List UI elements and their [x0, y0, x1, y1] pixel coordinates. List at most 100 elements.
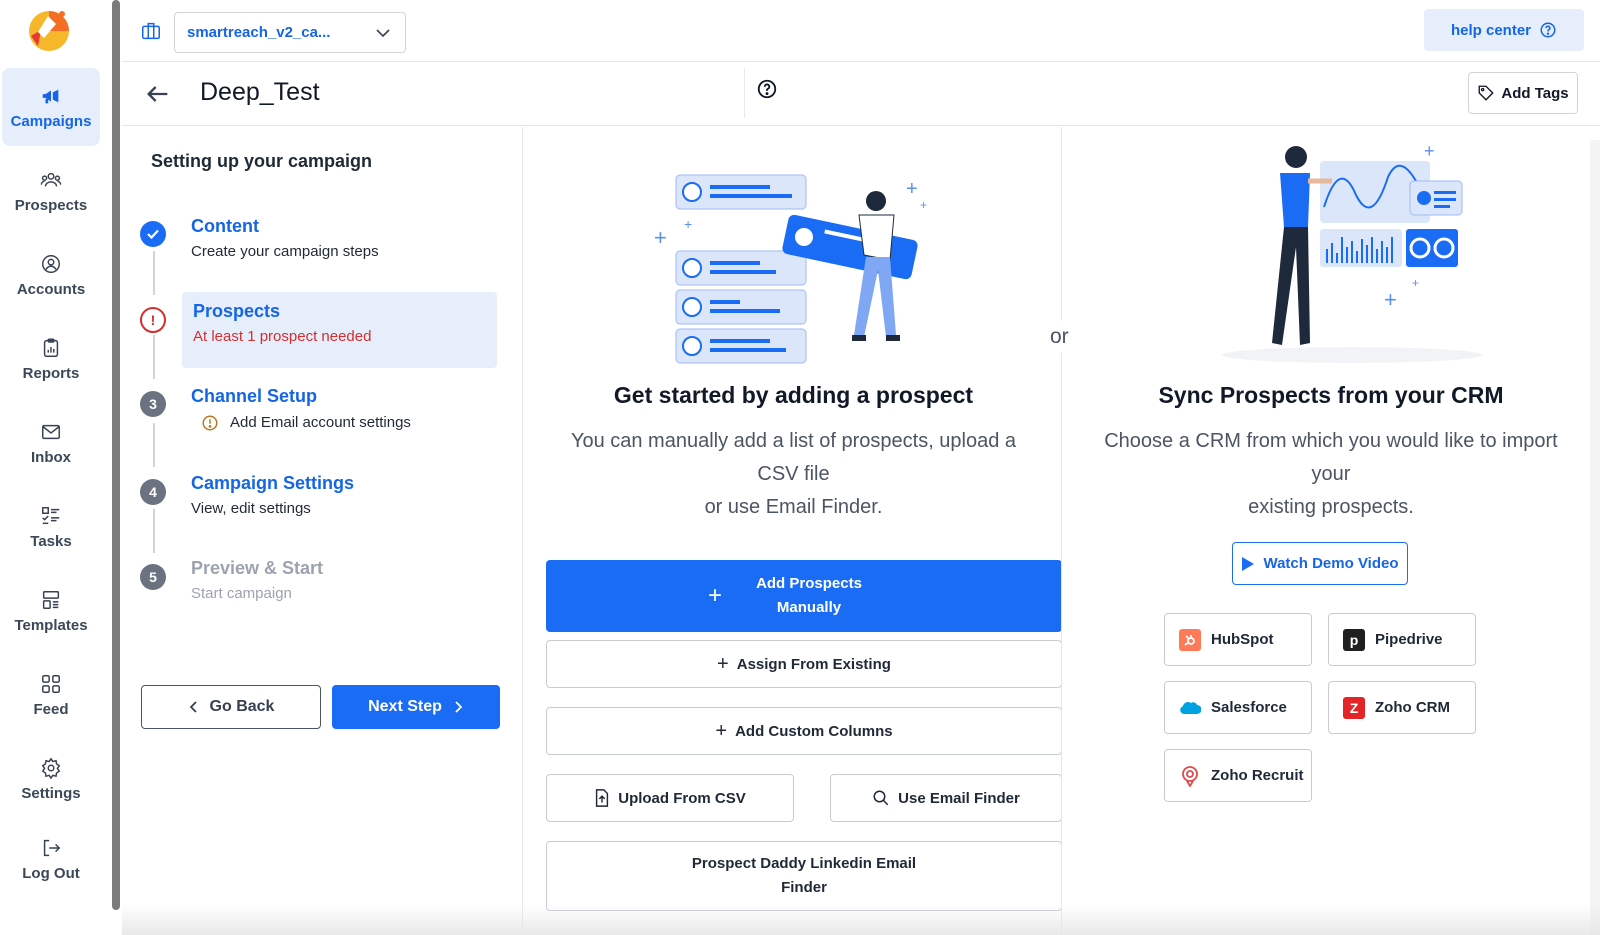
- step-number: 3: [140, 391, 166, 417]
- svg-text:+: +: [1384, 287, 1397, 312]
- assign-from-existing-button[interactable]: + Assign From Existing: [546, 640, 1062, 688]
- step-number: 4: [140, 479, 166, 505]
- step-title-content[interactable]: Content: [191, 216, 259, 237]
- sidebar-item-prospects[interactable]: Prospects: [2, 152, 100, 230]
- zoho-recruit-icon: [1179, 765, 1201, 787]
- crm-name: Pipedrive: [1375, 631, 1443, 648]
- crm-name: Zoho CRM: [1375, 699, 1450, 716]
- prospect-daddy-label-1: Prospect Daddy Linkedin Email: [691, 855, 917, 872]
- crm-zoho-recruit-button[interactable]: Zoho Recruit: [1164, 749, 1312, 802]
- mail-icon: [42, 424, 60, 439]
- add-manually-label-1: Add Prospects: [756, 575, 862, 592]
- zoho-crm-icon: Z: [1343, 696, 1365, 719]
- add-prospects-manually-button[interactable]: + Add Prospects Manually: [546, 560, 1062, 632]
- salesforce-icon: [1179, 697, 1201, 719]
- sidebar-item-settings[interactable]: Settings: [2, 740, 100, 818]
- step-title-channel-setup[interactable]: Channel Setup: [191, 386, 317, 407]
- crm-pipedrive-button[interactable]: p Pipedrive: [1328, 613, 1476, 666]
- search-icon: [873, 790, 889, 806]
- campaign-title: Deep_Test: [200, 78, 320, 106]
- prospect-list-illustration: + + + +: [654, 174, 927, 364]
- svg-text:+: +: [654, 225, 667, 250]
- crm-zoho-crm-button[interactable]: Z Zoho CRM: [1328, 681, 1476, 734]
- help-center-label: help center: [1450, 21, 1532, 39]
- sidebar-item-label: Reports: [22, 364, 80, 382]
- template-icon: [42, 590, 60, 609]
- sidebar-item-campaigns[interactable]: Campaigns: [2, 68, 100, 146]
- smartreach-logo[interactable]: [26, 8, 72, 54]
- sidebar: Campaigns Prospects Accounts Reports Inb…: [0, 0, 112, 935]
- gear-icon: [41, 757, 61, 779]
- sidebar-item-tasks[interactable]: Tasks: [2, 488, 100, 566]
- campaign-header: Deep_Test Add Tags: [122, 62, 1600, 126]
- crm-name: Salesforce: [1211, 699, 1287, 716]
- sidebar-item-feed[interactable]: Feed: [2, 656, 100, 734]
- go-back-button[interactable]: Go Back: [141, 685, 321, 729]
- megaphone-icon: [42, 89, 59, 103]
- steps-heading: Setting up your campaign: [151, 151, 373, 171]
- question-circle-icon[interactable]: [756, 78, 778, 100]
- email-finder-label: Use Email Finder: [898, 789, 1020, 807]
- play-icon: [1242, 556, 1255, 571]
- sidebar-item-accounts[interactable]: Accounts: [2, 236, 100, 314]
- hubspot-icon: [1179, 628, 1201, 651]
- topbar: smartreach_v2_ca... help center: [122, 0, 1600, 62]
- add-custom-columns-label: Add Custom Columns: [735, 722, 893, 740]
- back-arrow-icon[interactable]: [144, 80, 172, 108]
- chevron-down-icon: [376, 29, 390, 38]
- briefcase-icon: [142, 22, 160, 40]
- step-connector: [153, 251, 155, 295]
- next-step-button[interactable]: Next Step: [332, 685, 500, 729]
- step-title-campaign-settings[interactable]: Campaign Settings: [191, 473, 354, 494]
- use-email-finder-button[interactable]: Use Email Finder: [830, 774, 1062, 822]
- sidebar-item-label: Accounts: [16, 280, 86, 298]
- steps-panel: Setting up your campaign Content Create …: [122, 127, 523, 935]
- svg-text:+: +: [920, 198, 927, 212]
- add-manually-label-2: Manually: [776, 599, 842, 616]
- warning-icon: [202, 415, 218, 431]
- step-sub: View, edit settings: [191, 500, 311, 517]
- watch-demo-video-button[interactable]: Watch Demo Video: [1232, 542, 1408, 585]
- svg-text:+: +: [684, 216, 692, 232]
- sidebar-item-inbox[interactable]: Inbox: [2, 404, 100, 482]
- sidebar-item-label: Inbox: [31, 448, 71, 466]
- crm-panel-title: Sync Prospects from your CRM: [1158, 382, 1504, 408]
- users-icon: [40, 172, 62, 187]
- upload-from-csv-button[interactable]: Upload From CSV: [546, 774, 794, 822]
- add-tags-button[interactable]: Add Tags: [1468, 72, 1578, 114]
- sidebar-item-reports[interactable]: Reports: [2, 320, 100, 398]
- add-panel-desc-3: or use Email Finder.: [704, 496, 883, 518]
- sidebar-item-templates[interactable]: Templates: [2, 572, 100, 650]
- sidebar-item-label: Log Out: [22, 864, 80, 882]
- pipedrive-icon: p: [1343, 628, 1365, 651]
- user-circle-icon: [42, 254, 60, 273]
- step-error-text: At least 1 prospect needed: [193, 328, 372, 345]
- sidebar-item-logout[interactable]: Log Out: [2, 820, 100, 898]
- add-custom-columns-button[interactable]: + Add Custom Columns: [546, 707, 1062, 755]
- step-sub: Start campaign: [191, 585, 292, 602]
- workspace-name: smartreach_v2_ca...: [187, 24, 331, 41]
- workspace-select[interactable]: smartreach_v2_ca...: [174, 12, 406, 53]
- crm-hubspot-button[interactable]: HubSpot: [1164, 613, 1312, 666]
- tag-icon: [1478, 85, 1495, 101]
- sidebar-item-label: Tasks: [30, 532, 72, 550]
- step-connector: [153, 335, 155, 379]
- step-connector: [153, 423, 155, 467]
- crm-name: HubSpot: [1211, 631, 1274, 648]
- crm-salesforce-button[interactable]: Salesforce: [1164, 681, 1312, 734]
- sidebar-item-label: Settings: [21, 784, 81, 802]
- add-panel-desc-1: You can manually add a list of prospects…: [570, 430, 1017, 452]
- svg-text:+: +: [1424, 141, 1435, 161]
- sidebar-scrollbar[interactable]: [112, 0, 120, 910]
- add-prospects-panel: + + + + Get started by adding a prospect…: [524, 127, 1063, 935]
- help-center-button[interactable]: help center: [1424, 9, 1584, 51]
- main-scrollbar[interactable]: [1590, 140, 1600, 935]
- demo-label: Watch Demo Video: [1263, 555, 1399, 572]
- step-number: 5: [140, 564, 166, 590]
- step-sub: Create your campaign steps: [191, 243, 379, 260]
- step-title-prospects[interactable]: Prospects: [193, 301, 280, 322]
- add-panel-title: Get started by adding a prospect: [613, 382, 974, 408]
- chevron-right-icon: [455, 701, 463, 713]
- step-done-icon: [140, 221, 166, 247]
- prospect-daddy-button[interactable]: Prospect Daddy Linkedin Email Finder: [546, 841, 1062, 911]
